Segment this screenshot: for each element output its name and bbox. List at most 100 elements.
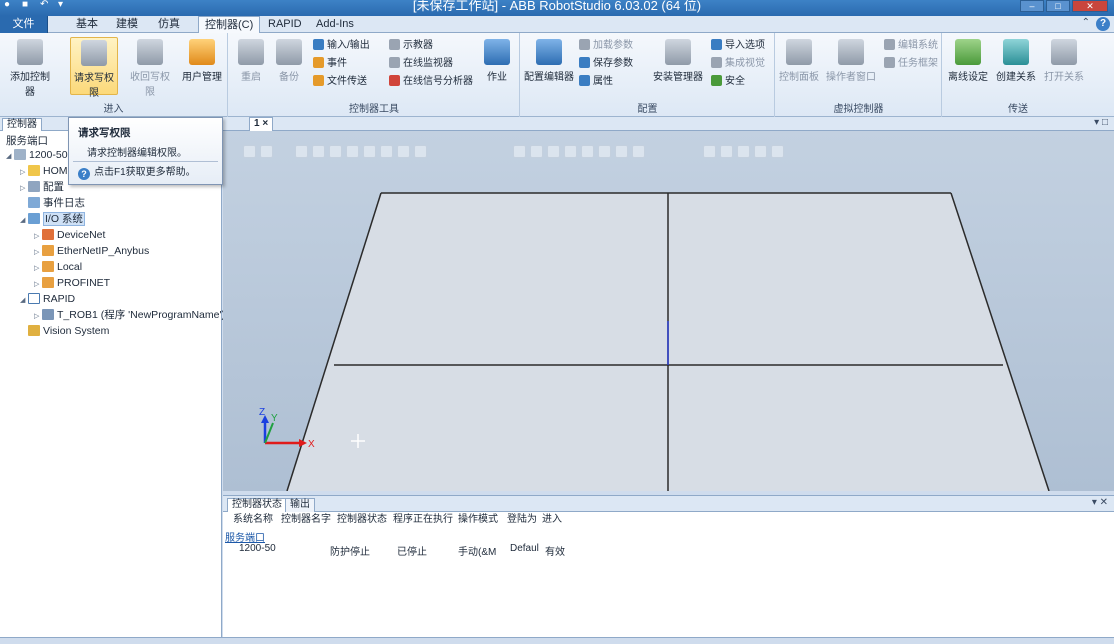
tab-simulation[interactable]: 仿真 [152,16,186,33]
tree-item-t-rob1[interactable]: ▷ T_ROB1 (程序 'NewProgramName') [34,307,225,323]
expanded-icon[interactable]: ◢ [6,149,14,165]
users-icon [189,39,215,65]
tab-view1[interactable]: 1 × [249,117,274,131]
ground-grid: X Y Z [259,192,1050,491]
create-relation-button[interactable]: 创建关系 [993,37,1039,95]
tree-item-controller[interactable]: ◢ 1200-50 [6,147,68,163]
load-params-button[interactable]: 加载参数 [579,39,633,53]
signal-analyzer-icon [389,75,400,86]
expanded-icon[interactable]: ◢ [20,213,28,229]
panel-options-icon[interactable]: ▾ ✕ [1092,497,1108,508]
column-header[interactable]: 登陆为 [507,514,537,526]
ribbon-collapse-icon[interactable]: ⌃ [1082,17,1090,28]
tree-item-io-system[interactable]: ◢ I/O 系统 [20,211,85,227]
bus-icon [42,245,54,256]
online-monitor-button[interactable]: 在线监视器 [389,57,453,71]
group-row-service-port[interactable]: 服务端口 [225,529,265,544]
install-manager-button[interactable]: 安装管理器 [651,37,705,95]
tree-item-event-log[interactable]: 事件日志 [28,195,85,211]
events-button[interactable]: 事件 [313,57,347,71]
tree-item-rapid[interactable]: ◢ RAPID [20,291,75,307]
column-header[interactable]: 进入 [542,514,562,526]
import-options-button[interactable]: 导入选项 [711,39,765,53]
operator-window-button[interactable]: 操作者窗口 [824,37,878,95]
request-write-access-button[interactable]: 请求写权限 [70,37,118,99]
backup-button[interactable]: 备份 [269,37,309,95]
open-relation-button[interactable]: 打开关系 [1041,37,1087,95]
event-log-icon [28,197,40,208]
expanded-icon[interactable]: ◢ [20,293,28,309]
help-icon[interactable]: ? [1096,17,1110,31]
restart-button[interactable]: 重启 [231,37,271,95]
save-params-icon [579,57,590,68]
tab-controller[interactable]: 控制器(C) [198,16,261,34]
offline-setting-button[interactable]: 离线设定 [945,37,991,95]
controller-status-panel: 控制器状态 输出 ▾ ✕ 系统名称 控制器名字 控制器状态 程序正在执行 操作模… [223,495,1114,637]
column-header[interactable]: 操作模式 [458,514,498,526]
tab-modeling[interactable]: 建模 [110,16,144,33]
create-relation-icon [1003,39,1029,65]
save-params-button[interactable]: 保存参数 [579,57,633,71]
tab-rapid[interactable]: RAPID [262,16,308,33]
control-panel-button[interactable]: 控制面板 [776,37,822,95]
tab-controller-status[interactable]: 控制器状态 [227,498,287,512]
safety-button[interactable]: 安全 [711,75,745,89]
tree-item-ethernetip[interactable]: ▷ EtherNetIP_Anybus [34,243,149,259]
column-header[interactable]: 系统名称 [233,514,273,526]
properties-button[interactable]: 属性 [579,75,613,89]
fpu-button[interactable]: 示教器 [389,39,433,53]
tooltip-title: 请求写权限 [78,127,131,139]
tab-file[interactable]: 文件 (F) [0,16,48,46]
tab-home[interactable]: 基本 [70,16,104,33]
io-button[interactable]: 输入/输出 [313,39,370,53]
group-access: 添加控制器 请求写权限 收回写权限 用户管理 进入 [0,33,228,117]
column-header[interactable]: 程序正在执行 [393,514,453,526]
tooltip-description: 请求控制器编辑权限。 [87,148,187,159]
safety-icon [711,75,722,86]
column-header[interactable]: 控制器名字 [281,514,331,526]
close-button[interactable]: ✕ [1072,0,1108,12]
group-label-configuration: 配置 [637,104,658,115]
integrated-vision-button[interactable]: 集成视觉 [711,57,765,71]
tab-addins[interactable]: Add-Ins [310,16,360,33]
install-manager-icon [665,39,691,65]
task-frame-icon [884,57,895,68]
window-controls: – □ ✕ [1020,0,1108,12]
tree-item-devicenet[interactable]: ▷ DeviceNet [34,227,105,243]
file-transfer-button[interactable]: 文件传送 [313,75,367,89]
ribbon: 添加控制器 请求写权限 收回写权限 用户管理 进入 重启 备份 输入/输出 事件… [0,33,1114,117]
configuration-icon [28,181,40,192]
config-editor-button[interactable]: 配置编辑器 [523,37,575,95]
user-management-button[interactable]: 用户管理 [178,37,226,95]
tooltip-divider [73,161,218,162]
group-controller-tools: 重启 备份 输入/输出 事件 文件传送 示教器 在线监视器 在线信号分析器 作业… [229,33,520,117]
tree-item-home[interactable]: ▷ HOM [20,163,68,179]
io-icon [313,39,324,50]
tab-output[interactable]: 输出 [285,498,315,512]
edit-system-button[interactable]: 编辑系统 [884,39,938,53]
panel-options-icon[interactable]: ▾ □ [1094,117,1108,128]
tooltip-help: ? 点击F1获取更多帮助。 [78,166,196,180]
open-relation-icon [1051,39,1077,65]
maximize-button[interactable]: □ [1046,0,1070,12]
task-button[interactable]: 作业 [477,37,517,95]
minimize-button[interactable]: – [1020,0,1044,12]
task-icon [42,309,54,320]
3d-viewport[interactable]: X Y Z [223,131,1114,491]
collapsed-icon[interactable]: ▷ [20,181,28,197]
tab-controller-panel[interactable]: 控制器 [2,118,42,131]
release-access-icon [137,39,163,65]
io-system-icon [28,213,40,224]
column-header[interactable]: 控制器状态 [337,514,387,526]
release-write-access-button[interactable]: 收回写权限 [126,37,174,98]
group-configuration: 配置编辑器 加载参数 保存参数 属性 安装管理器 导入选项 集成视觉 安全 配置 [521,33,775,117]
tree-item-local[interactable]: ▷ Local [34,259,82,275]
task-frame-button[interactable]: 任务框架 [884,57,938,71]
signal-analyzer-button[interactable]: 在线信号分析器 [389,75,473,89]
online-monitor-icon [389,57,400,68]
tree-item-profinet[interactable]: ▷ PROFINET [34,275,110,291]
table-cell: 1200-50 [239,543,276,554]
add-controller-button[interactable]: 添加控制器 [6,37,54,98]
tree-item-vision-system[interactable]: Vision System [28,323,109,339]
tree-item-configuration[interactable]: ▷ 配置 [20,179,64,195]
